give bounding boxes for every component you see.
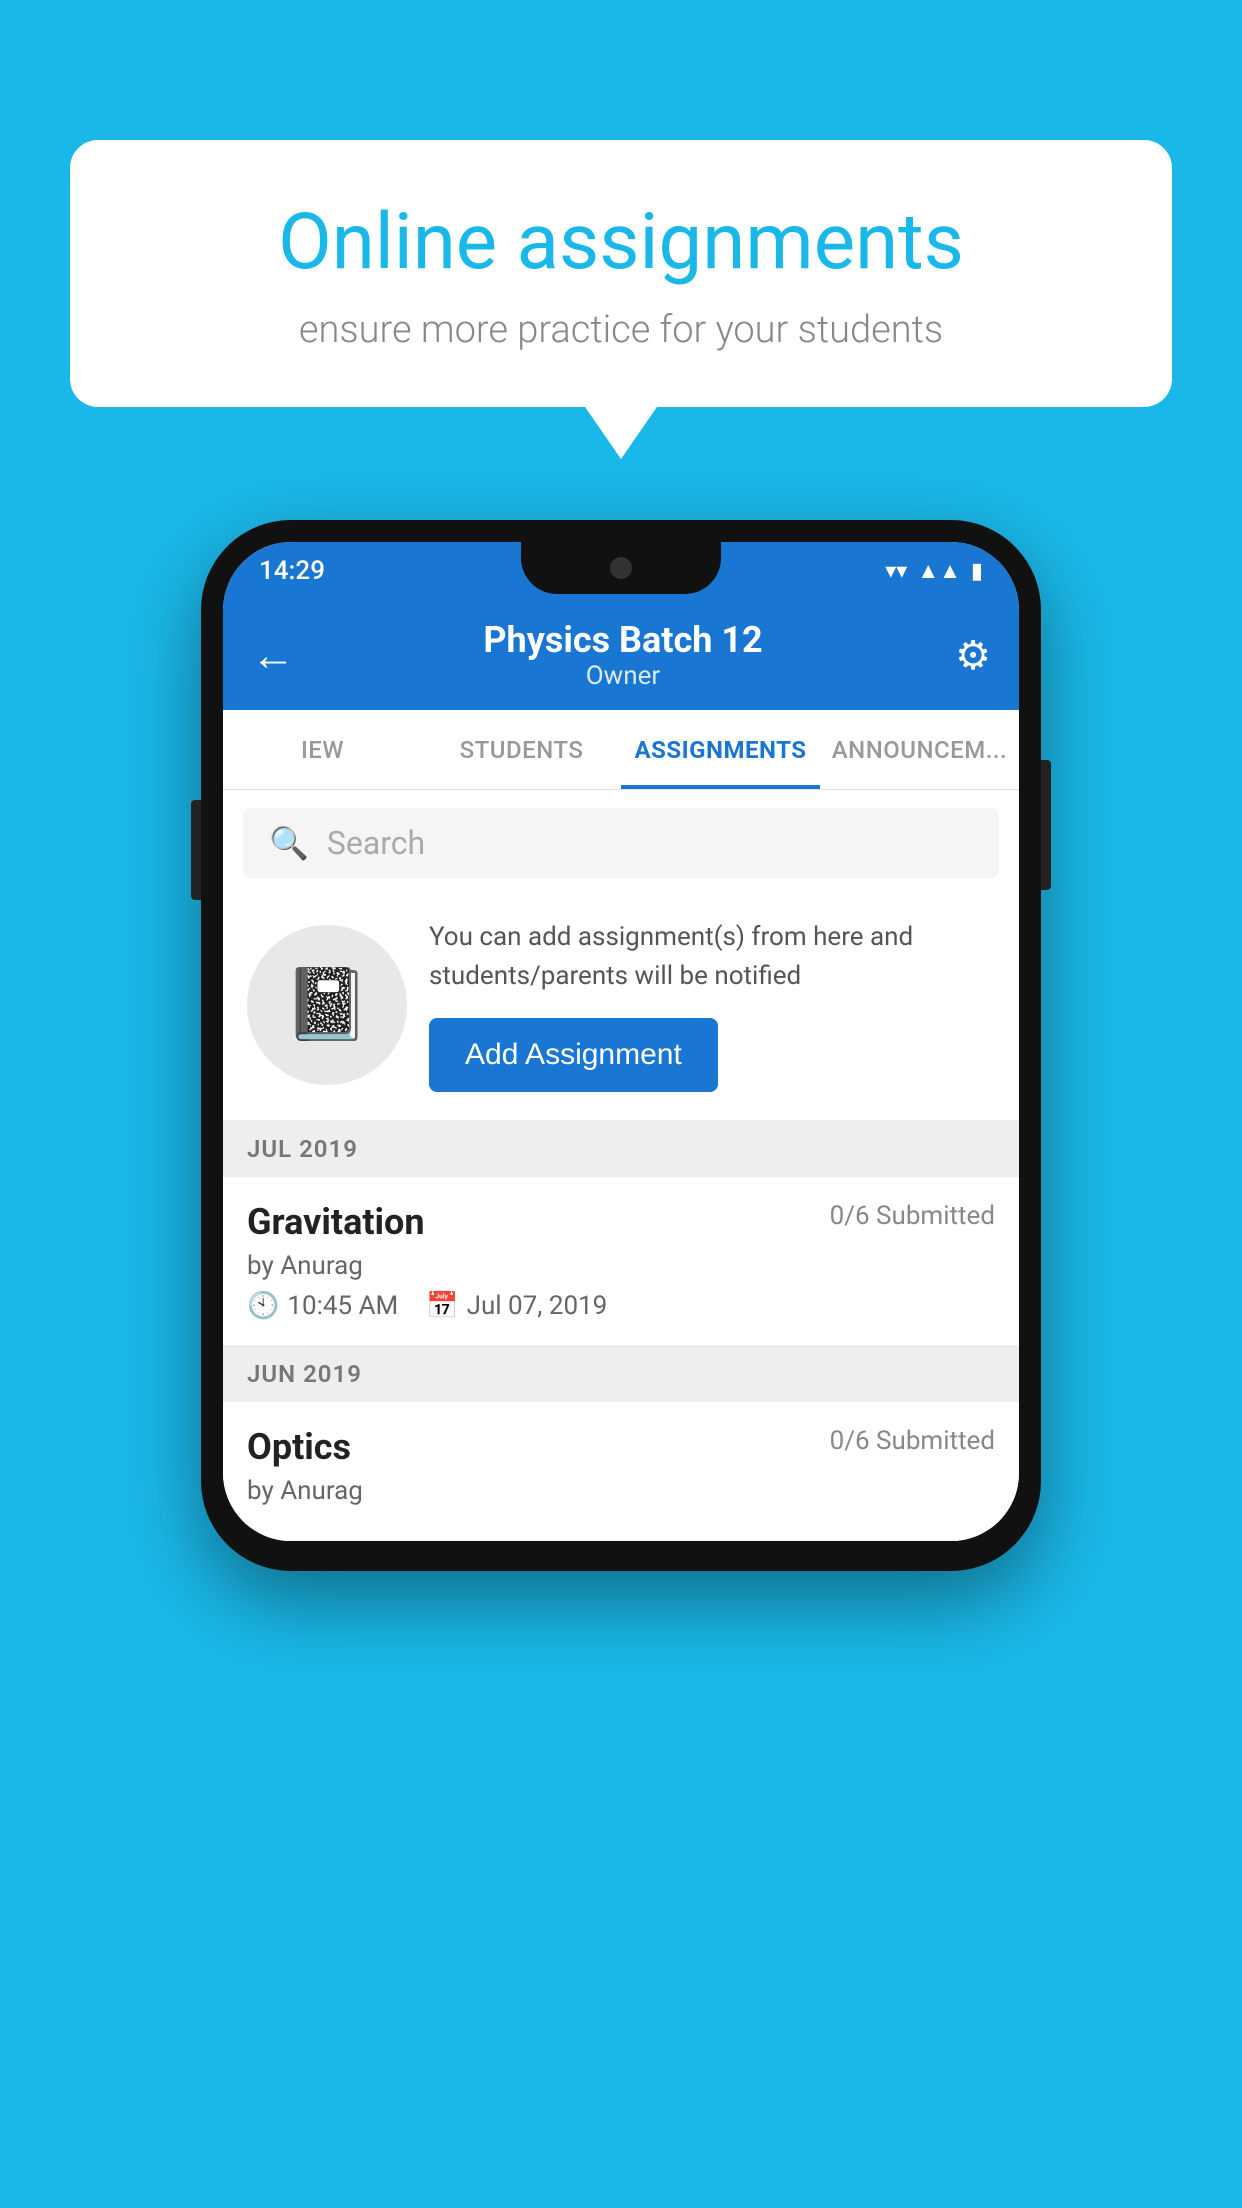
speech-bubble: Online assignments ensure more practice … [70,140,1172,407]
section-header-jul: JUL 2019 [223,1121,1019,1177]
status-icons: ▾▾ ▲▲ ▮ [885,558,983,584]
add-assignment-button[interactable]: Add Assignment [429,1018,718,1092]
wifi-icon: ▾▾ [885,559,907,584]
assignment-icon-circle: 📓 [247,925,407,1085]
calendar-icon: 📅 [426,1291,458,1321]
assignment-name-optics: Optics [247,1426,351,1468]
tabs-bar: IEW STUDENTS ASSIGNMENTS ANNOUNCEM... [223,710,1019,790]
phone-wrapper: 14:29 ▾▾ ▲▲ ▮ ← Physics Batch 12 Owner ⚙ [201,520,1041,1571]
tab-announcements[interactable]: ANNOUNCEM... [820,710,1019,789]
assignment-by-gravitation: by Anurag [247,1251,995,1281]
phone-button-left [191,800,201,900]
bubble-subtitle: ensure more practice for your students [140,308,1102,352]
assignment-header-row: Gravitation 0/6 Submitted [247,1201,995,1243]
signal-icon: ▲▲ [917,558,961,584]
assignment-optics[interactable]: Optics 0/6 Submitted by Anurag [223,1402,1019,1541]
back-button[interactable]: ← [251,629,295,681]
tab-assignments[interactable]: ASSIGNMENTS [621,710,820,789]
search-placeholder: Search [327,824,425,862]
assignment-date: 📅 Jul 07, 2019 [426,1291,607,1321]
status-time: 14:29 [259,556,325,586]
tab-iew[interactable]: IEW [223,710,422,789]
camera-dot [610,557,632,579]
battery-icon: ▮ [971,559,983,584]
phone-button-right [1041,760,1051,890]
notebook-icon: 📓 [283,964,370,1046]
app-bar-subtitle: Owner [315,661,931,691]
app-bar: ← Physics Batch 12 Owner ⚙ [223,600,1019,710]
settings-icon[interactable]: ⚙ [955,632,991,679]
info-text-group: You can add assignment(s) from here and … [429,918,995,1092]
app-bar-title: Physics Batch 12 [315,619,931,661]
assignment-header-row-optics: Optics 0/6 Submitted [247,1426,995,1468]
app-bar-title-group: Physics Batch 12 Owner [315,619,931,691]
section-header-jun: JUN 2019 [223,1346,1019,1402]
assignment-by-optics: by Anurag [247,1476,995,1506]
phone-frame: 14:29 ▾▾ ▲▲ ▮ ← Physics Batch 12 Owner ⚙ [201,520,1041,1571]
info-card: 📓 You can add assignment(s) from here an… [223,896,1019,1121]
content-area: 🔍 Search 📓 You can add assignment(s) fro… [223,790,1019,1541]
phone-screen: 14:29 ▾▾ ▲▲ ▮ ← Physics Batch 12 Owner ⚙ [223,542,1019,1541]
assignment-time: 🕙 10:45 AM [247,1291,398,1321]
bubble-title: Online assignments [140,200,1102,286]
search-bar-wrapper: 🔍 Search [223,790,1019,896]
assignment-meta-gravitation: 🕙 10:45 AM 📅 Jul 07, 2019 [247,1291,995,1321]
assignment-gravitation[interactable]: Gravitation 0/6 Submitted by Anurag 🕙 10… [223,1177,1019,1346]
phone-notch [521,542,721,594]
assignment-name-gravitation: Gravitation [247,1201,425,1243]
assignment-submitted-optics: 0/6 Submitted [830,1426,995,1456]
search-icon: 🔍 [269,824,309,862]
speech-bubble-container: Online assignments ensure more practice … [70,140,1172,407]
tab-students[interactable]: STUDENTS [422,710,621,789]
info-description: You can add assignment(s) from here and … [429,918,995,996]
search-bar[interactable]: 🔍 Search [243,808,999,878]
clock-icon: 🕙 [247,1291,279,1321]
assignment-submitted-gravitation: 0/6 Submitted [830,1201,995,1231]
